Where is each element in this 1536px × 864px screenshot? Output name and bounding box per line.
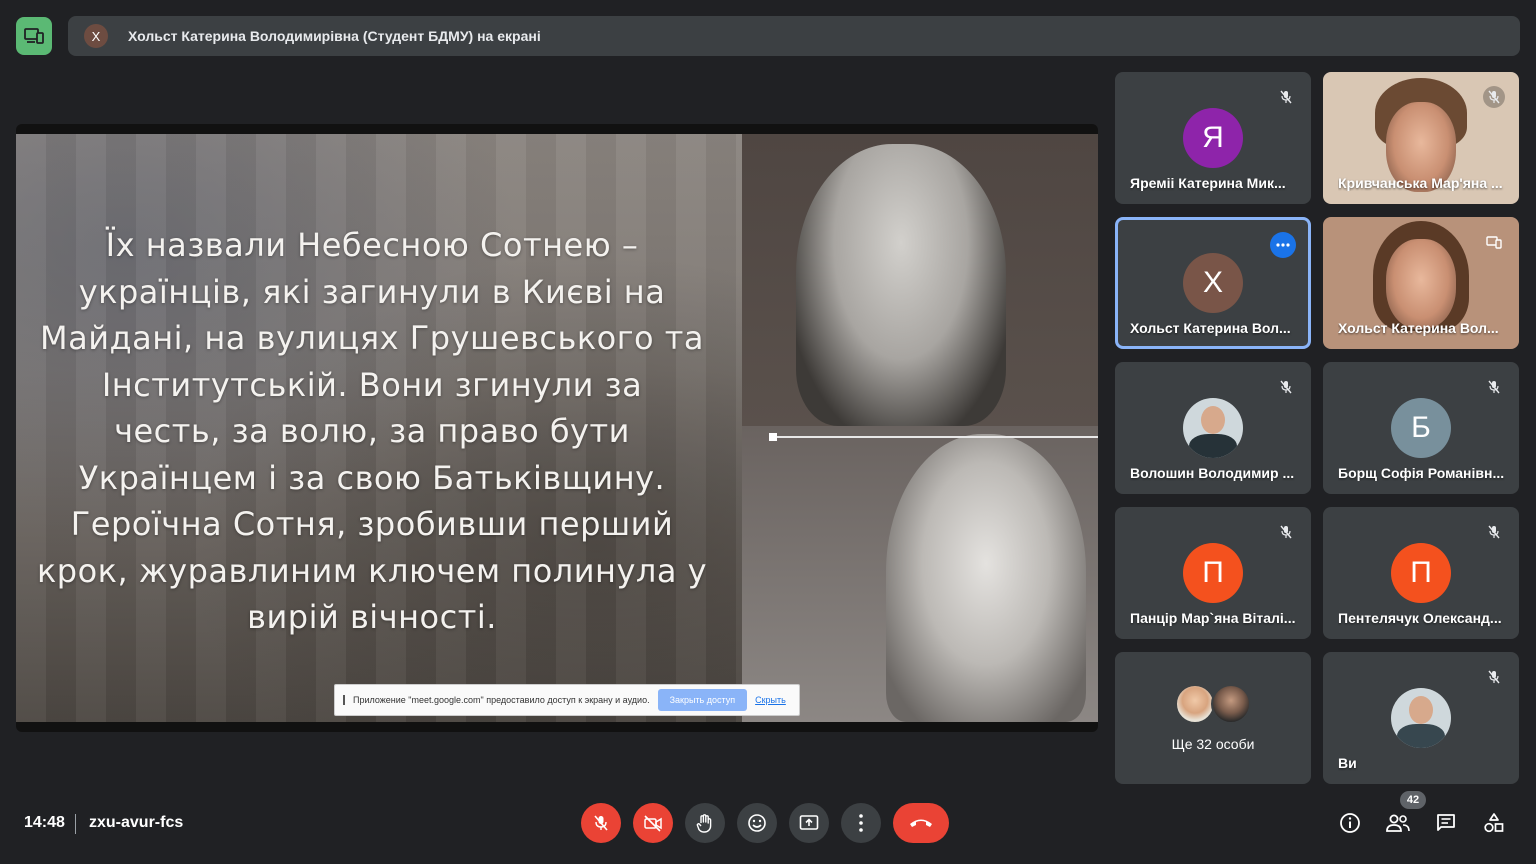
participant-photo-avatar <box>1183 398 1243 458</box>
mic-off-icon <box>1483 86 1505 108</box>
emoji-icon <box>748 814 766 832</box>
presenting-screen-icon <box>1483 231 1505 253</box>
info-icon <box>1340 813 1360 833</box>
show-everyone-button[interactable] <box>1383 808 1413 838</box>
meeting-time: 14:48 <box>24 814 65 831</box>
leave-call-button[interactable] <box>893 803 949 843</box>
shared-screen: Їх назвали Небесною Сотнею – українців, … <box>16 124 1098 732</box>
present-now-button[interactable] <box>789 803 829 843</box>
participant-tile[interactable]: Хольст Катерина Вол... <box>1323 217 1519 349</box>
participant-name: Яреміі Катерина Мик... <box>1130 175 1286 191</box>
camera-toggle-button[interactable] <box>633 803 673 843</box>
reactions-button[interactable] <box>737 803 777 843</box>
mic-off-icon <box>1275 86 1297 108</box>
participant-tile[interactable]: П Пентелячук Олександ... <box>1323 507 1519 639</box>
participant-name: Хольст Катерина Вол... <box>1130 320 1291 336</box>
self-tile[interactable]: Ви <box>1323 652 1519 784</box>
participant-name: Хольст Катерина Вол... <box>1338 320 1499 336</box>
hangup-icon <box>910 819 932 827</box>
present-screen-icon <box>799 815 819 830</box>
activities-icon <box>1484 813 1504 833</box>
participant-tile[interactable]: П Панцір Мар`яна Віталі... <box>1115 507 1311 639</box>
chat-button[interactable] <box>1431 808 1461 838</box>
more-options-button[interactable] <box>841 803 881 843</box>
self-photo-avatar <box>1391 688 1451 748</box>
more-options-icon[interactable] <box>1270 232 1296 258</box>
hide-notice-link[interactable]: Скрыть <box>755 695 786 705</box>
slide-text: Їх назвали Небесною Сотнею – українців, … <box>36 226 708 636</box>
participant-avatar: Я <box>1183 108 1243 168</box>
drag-handle-icon[interactable] <box>343 695 345 705</box>
presenting-banner: Х Хольст Катерина Володимирівна (Студент… <box>68 16 1520 56</box>
people-count-badge: 42 <box>1400 791 1426 809</box>
microphone-toggle-button[interactable] <box>581 803 621 843</box>
self-name: Ви <box>1338 755 1357 771</box>
mic-off-icon <box>1275 521 1297 543</box>
present-to-all-icon[interactable] <box>16 17 52 55</box>
presentation-slide: Їх назвали Небесною Сотнею – українців, … <box>16 134 1098 722</box>
participant-avatar: Х <box>1183 253 1243 313</box>
stop-sharing-button[interactable]: Закрыть доступ <box>657 689 748 711</box>
share-notice-text: Приложение "meet.google.com" предоставил… <box>353 695 650 705</box>
more-participants-label: Ще 32 особи <box>1171 736 1255 752</box>
more-participants-avatars <box>1175 684 1251 724</box>
portrait-young-man-image <box>796 144 1006 426</box>
raise-hand-button[interactable] <box>685 803 725 843</box>
presenter-avatar: Х <box>84 24 108 48</box>
participant-name: Панцір Мар`яна Віталі... <box>1130 610 1296 626</box>
participant-name: Борщ Софія Романівн... <box>1338 465 1505 481</box>
participant-tile[interactable]: Кривчанська Мар'яна ... <box>1323 72 1519 204</box>
participant-tile[interactable]: Б Борщ Софія Романівн... <box>1323 362 1519 494</box>
hand-icon <box>696 814 712 833</box>
participant-name: Пентелячук Олександ... <box>1338 610 1502 626</box>
screen-share-notice: Приложение "meet.google.com" предоставил… <box>334 684 800 716</box>
activities-button[interactable] <box>1479 808 1509 838</box>
mic-off-icon <box>1483 666 1505 688</box>
participant-tile-presenter[interactable]: Х Хольст Катерина Вол... <box>1115 217 1311 349</box>
camera-off-icon <box>644 815 662 832</box>
mic-off-icon <box>1275 376 1297 398</box>
participant-tile[interactable]: Волошин Володимир ... <box>1115 362 1311 494</box>
chat-icon <box>1437 814 1455 831</box>
participant-name: Кривчанська Мар'яна ... <box>1338 175 1503 191</box>
participant-name: Волошин Володимир ... <box>1130 465 1295 481</box>
portrait-old-man-image <box>886 434 1086 722</box>
participant-tile[interactable]: Я Яреміі Катерина Мик... <box>1115 72 1311 204</box>
meeting-details-button[interactable] <box>1335 808 1365 838</box>
people-icon <box>1386 814 1410 832</box>
more-vert-icon <box>859 814 863 832</box>
more-participants-tile[interactable]: Ще 32 особи <box>1115 652 1311 784</box>
meeting-code: zxu-avur-fcs <box>89 814 184 831</box>
participant-avatar: П <box>1391 543 1451 603</box>
mic-off-icon <box>1483 521 1505 543</box>
participant-avatar: П <box>1183 543 1243 603</box>
mic-off-icon <box>594 815 608 831</box>
participant-avatar: Б <box>1391 398 1451 458</box>
mic-off-icon <box>1483 376 1505 398</box>
presenting-text: Хольст Катерина Володимирівна (Студент Б… <box>128 28 541 44</box>
